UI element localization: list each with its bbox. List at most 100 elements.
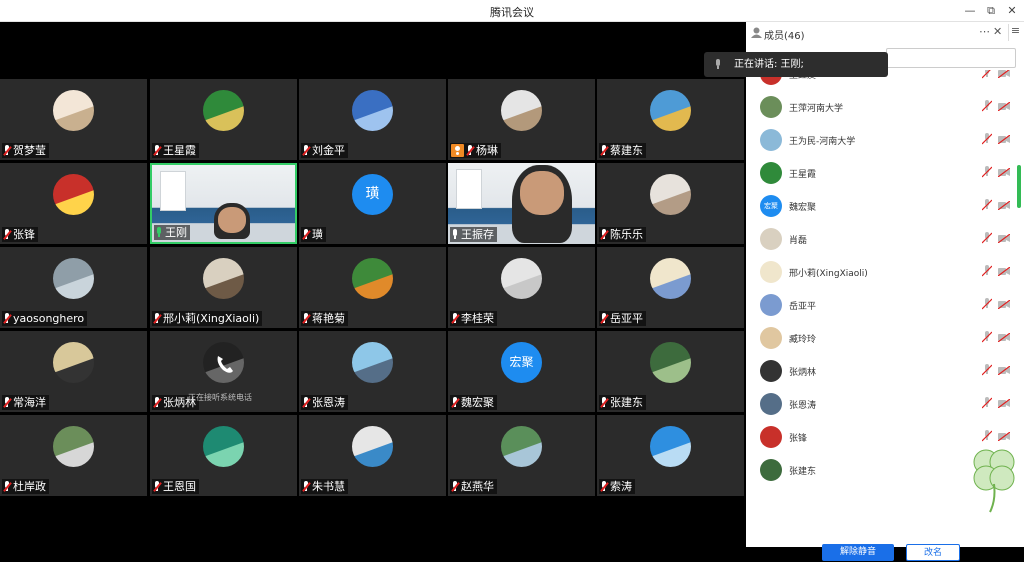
avatar — [203, 90, 244, 131]
participant-tile[interactable]: 王恩国 — [150, 415, 297, 496]
person-face — [218, 207, 246, 233]
participant-name: 张建东 — [599, 395, 646, 410]
members-panel: 成员(46) ⋯ ✕ ≡ 王红友王萍河南大学王为民-河南大学王星霞宏聚魏宏聚肖磊… — [746, 22, 1024, 561]
mic-muted-icon — [153, 481, 162, 492]
mic-muted-icon[interactable] — [982, 166, 992, 178]
participant-tile[interactable]: 李桂荣 — [448, 247, 595, 328]
member-avatar — [760, 96, 782, 118]
participant-tile[interactable]: 杨琳 — [448, 79, 595, 160]
participant-name-text: yaosonghero — [13, 312, 85, 325]
participant-tile[interactable]: 蒋艳菊 — [299, 247, 446, 328]
participant-name-text: 常海洋 — [13, 396, 46, 409]
participant-tile[interactable]: 杜岸政 — [0, 415, 147, 496]
participant-tile[interactable]: 常海洋 — [0, 331, 147, 412]
mic-muted-icon — [600, 397, 609, 408]
participant-tile[interactable]: 宏聚 魏宏聚 — [448, 331, 595, 412]
member-row[interactable]: 张炳林 — [746, 355, 1016, 388]
participant-tile[interactable]: 张恩涛 — [299, 331, 446, 412]
more-icon[interactable]: ⋯ — [979, 25, 990, 38]
member-row[interactable]: 王萍河南大学 — [746, 91, 1016, 124]
participant-name-text: 蒋艳菊 — [312, 312, 345, 325]
camera-off-icon[interactable] — [998, 168, 1010, 177]
member-row[interactable]: 邢小莉(XingXiaoli) — [746, 256, 1016, 289]
phone-icon — [217, 356, 233, 373]
mic-muted-icon[interactable] — [982, 265, 992, 277]
camera-off-icon[interactable] — [998, 300, 1010, 309]
mic-muted-icon[interactable] — [982, 70, 992, 79]
camera-off-icon[interactable] — [998, 366, 1010, 375]
member-row[interactable]: 肖磊 — [746, 223, 1016, 256]
participant-name-text: 邢小莉(XingXiaoli) — [163, 312, 260, 325]
member-row[interactable]: 臧玲玲 — [746, 322, 1016, 355]
member-avatar — [760, 327, 782, 349]
mic-muted-icon[interactable] — [982, 364, 992, 376]
camera-off-icon[interactable] — [998, 70, 1010, 78]
participant-name-text: 李桂荣 — [461, 312, 494, 325]
participant-tile[interactable]: 陈乐乐 — [597, 163, 744, 244]
member-row[interactable]: 王为民-河南大学 — [746, 124, 1016, 157]
member-avatar — [760, 360, 782, 382]
camera-off-icon[interactable] — [998, 102, 1010, 111]
member-name: 张恩涛 — [789, 401, 817, 411]
participant-name: 蒋艳菊 — [301, 311, 348, 326]
member-row[interactable]: 张恩涛 — [746, 388, 1016, 421]
participant-tile[interactable]: 张建东 — [597, 331, 744, 412]
participant-tile[interactable]: 朱书慧 — [299, 415, 446, 496]
person-face — [520, 171, 564, 215]
avatar — [352, 426, 393, 467]
mic-muted-icon — [600, 481, 609, 492]
mic-muted-icon[interactable] — [982, 397, 992, 409]
member-name: 魏宏聚 — [789, 203, 817, 213]
close-panel-icon[interactable]: ✕ — [993, 25, 1002, 38]
mic-muted-icon — [451, 313, 460, 324]
participant-tile[interactable]: 索涛 — [597, 415, 744, 496]
camera-off-icon[interactable] — [998, 399, 1010, 408]
mic-muted-icon[interactable] — [982, 133, 992, 145]
speaking-indicator: 正在讲话: 王刚; — [704, 52, 888, 77]
mic-muted-icon[interactable] — [982, 298, 992, 310]
participant-tile[interactable]: 王星霞 — [150, 79, 297, 160]
close-icon[interactable]: ✕ — [1004, 3, 1020, 19]
member-row[interactable]: 王星霞 — [746, 157, 1016, 190]
participant-tile[interactable]: 王刚 — [150, 163, 297, 244]
member-avatar — [760, 459, 782, 481]
participant-tile[interactable]: 蔡建东 — [597, 79, 744, 160]
participant-tile[interactable]: 贺梦莹 — [0, 79, 147, 160]
member-row[interactable]: 岳亚平 — [746, 289, 1016, 322]
member-avatar — [760, 294, 782, 316]
window-frame — [160, 171, 186, 211]
participant-tile[interactable]: 王振存 — [448, 163, 595, 244]
participant-tile[interactable]: 璜璜 — [299, 163, 446, 244]
title-bar: 腾讯会议 — ⧉ ✕ — [0, 0, 1024, 22]
camera-off-icon[interactable] — [998, 267, 1010, 276]
participant-tile[interactable]: 张锋 — [0, 163, 147, 244]
participant-name-text: 陈乐乐 — [610, 228, 643, 241]
camera-off-icon[interactable] — [998, 234, 1010, 243]
restore-icon[interactable]: ⧉ — [983, 3, 999, 19]
avatar — [501, 426, 542, 467]
mic-muted-icon[interactable] — [982, 100, 992, 112]
camera-off-icon[interactable] — [998, 135, 1010, 144]
participant-tile[interactable]: 邢小莉(XingXiaoli) — [150, 247, 297, 328]
mic-muted-icon[interactable] — [982, 232, 992, 244]
participant-tile[interactable]: yaosonghero — [0, 247, 147, 328]
mic-muted-icon — [3, 397, 12, 408]
mic-muted-icon[interactable] — [982, 199, 992, 211]
camera-off-icon[interactable] — [998, 201, 1010, 210]
mic-muted-icon[interactable] — [982, 331, 992, 343]
search-input[interactable] — [886, 48, 1016, 68]
participant-name: yaosonghero — [2, 311, 88, 326]
participant-name-text: 璜 — [312, 228, 323, 241]
menu-icon[interactable]: ≡ — [1008, 24, 1022, 41]
participant-tile[interactable]: 刘金平 — [299, 79, 446, 160]
participant-tile[interactable]: 赵燕华 — [448, 415, 595, 496]
participant-name: 张恩涛 — [301, 395, 348, 410]
camera-off-icon[interactable] — [998, 333, 1010, 342]
participant-name: 王振存 — [450, 227, 497, 242]
minimize-icon[interactable]: — — [962, 3, 978, 19]
participant-name: 璜 — [301, 227, 326, 242]
participant-name-text: 赵燕华 — [461, 480, 494, 493]
member-row[interactable]: 宏聚 魏宏聚 — [746, 190, 1016, 223]
member-scrollbar[interactable] — [1017, 165, 1021, 208]
participant-tile[interactable]: 岳亚平 — [597, 247, 744, 328]
